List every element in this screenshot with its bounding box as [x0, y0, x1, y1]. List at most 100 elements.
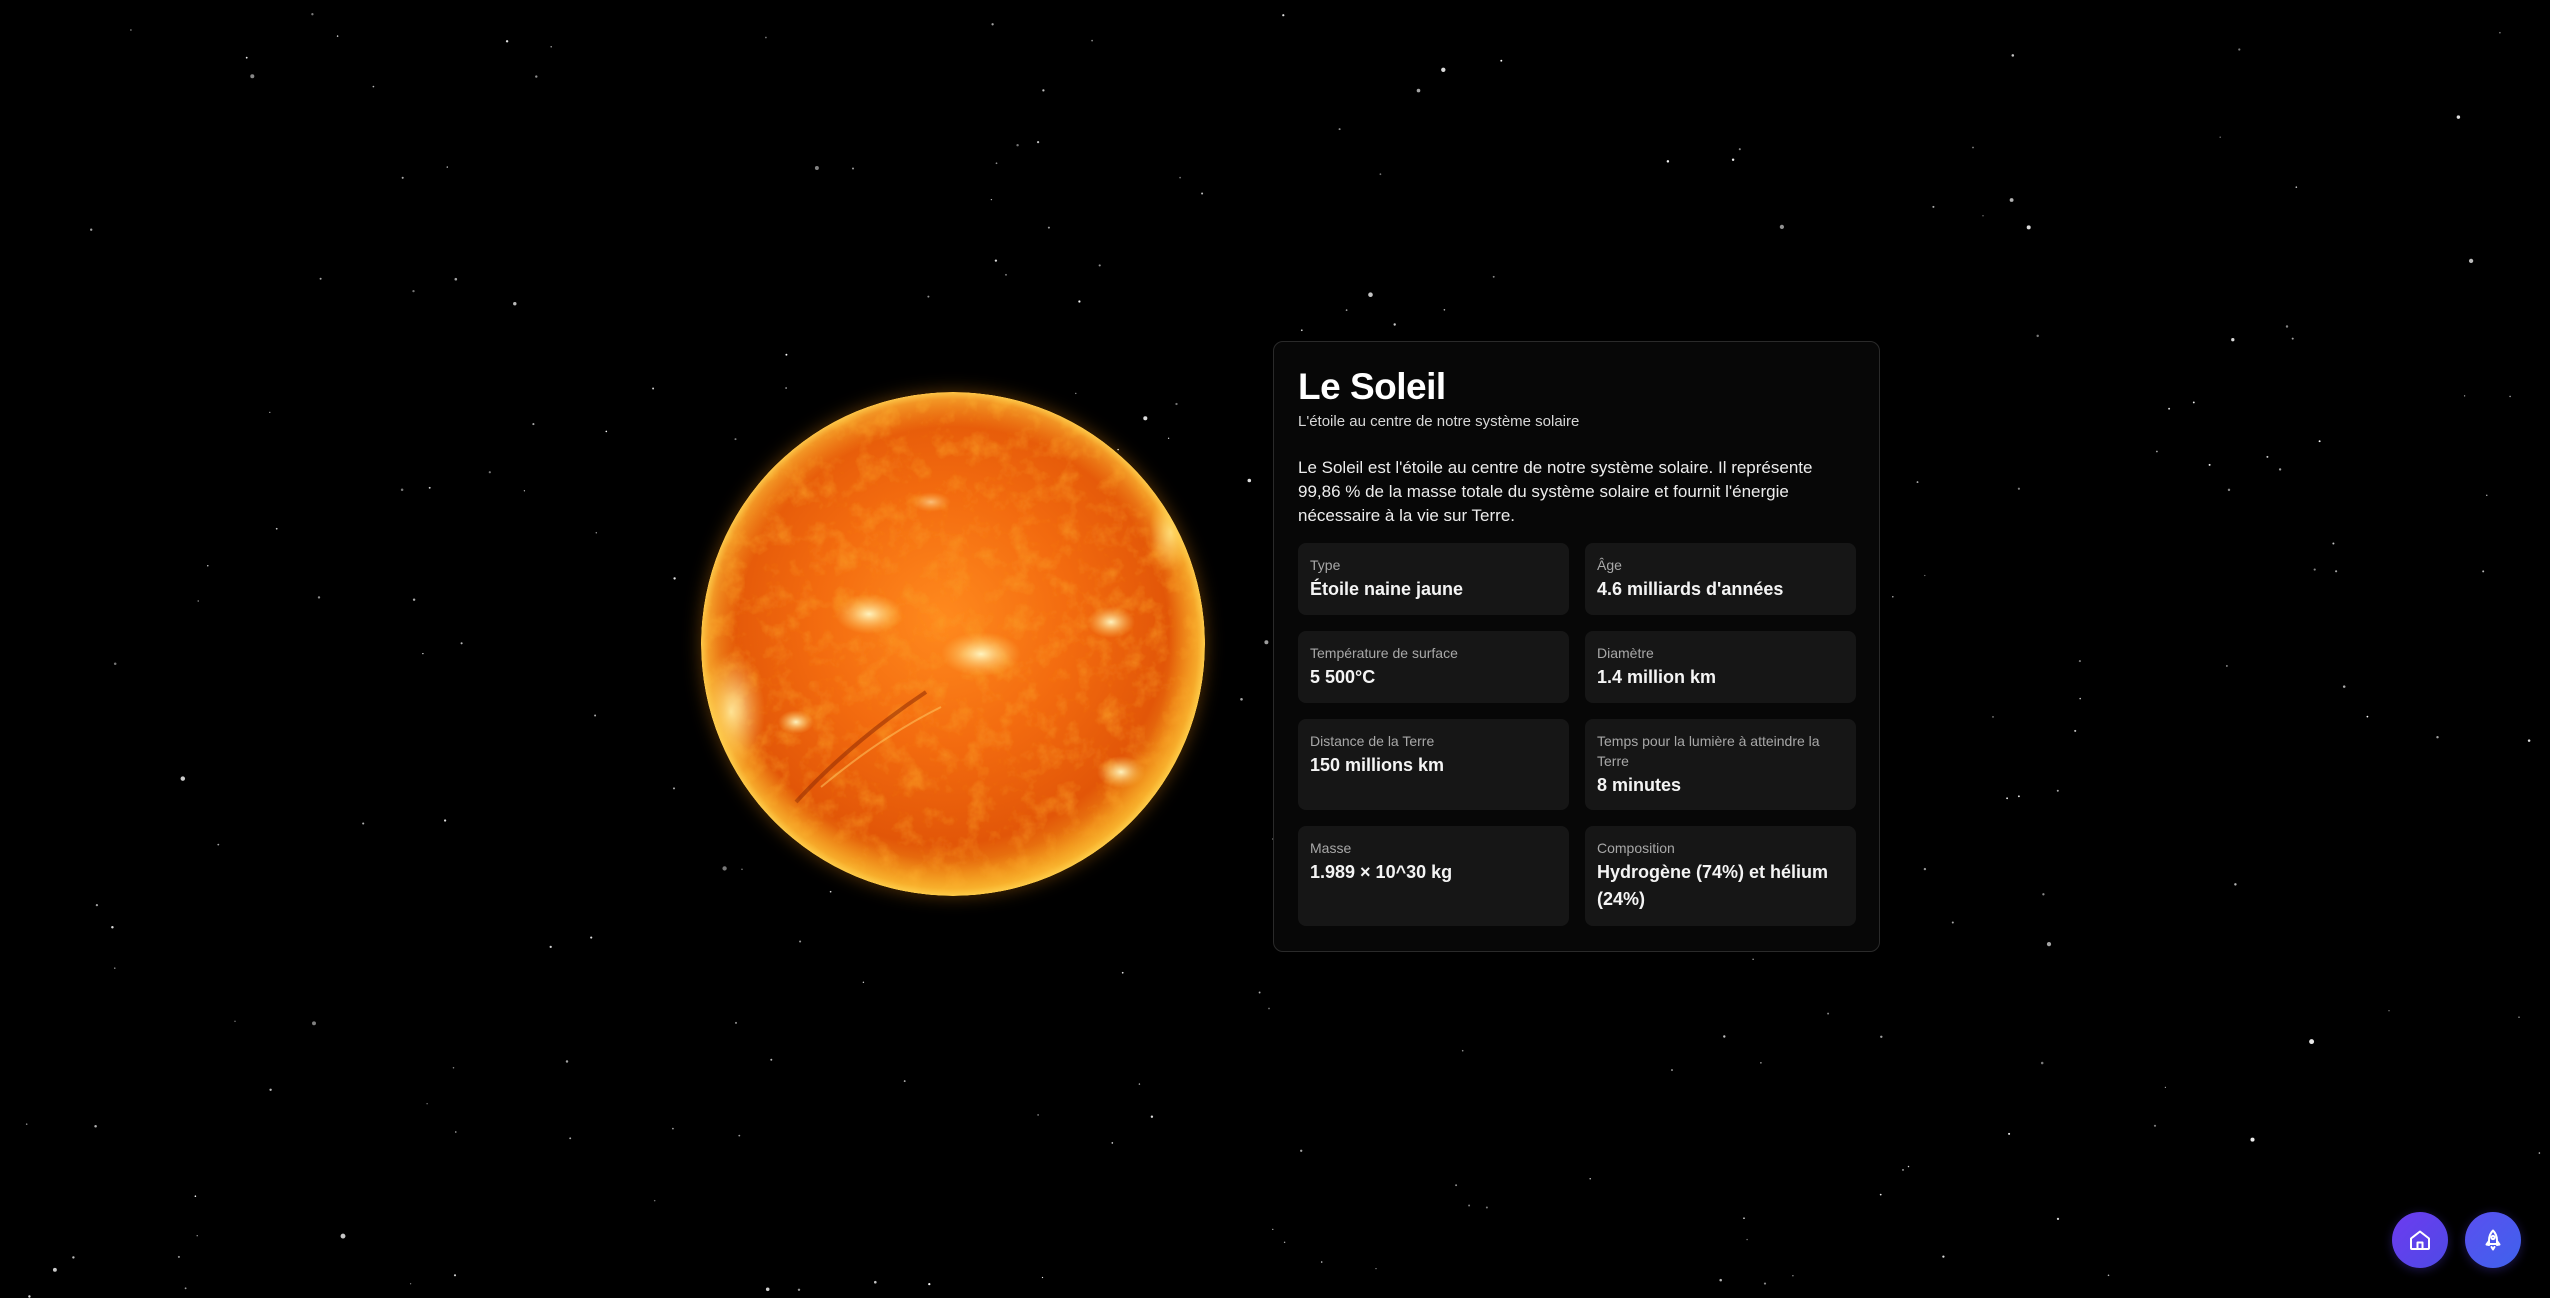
- star: [453, 1274, 457, 1277]
- star: [1117, 448, 1119, 451]
- star: [1375, 1267, 1377, 1270]
- star: [2335, 570, 2338, 573]
- star: [1268, 1007, 1270, 1010]
- star: [862, 981, 865, 984]
- star: [95, 903, 99, 907]
- star: [874, 1280, 877, 1284]
- fact-card-distance: Distance de la Terre 150 millions km: [1298, 719, 1569, 810]
- star: [409, 1283, 412, 1285]
- star: [569, 1137, 572, 1140]
- star: [523, 490, 526, 492]
- star: [400, 488, 404, 492]
- star: [565, 1060, 569, 1063]
- star: [734, 438, 737, 441]
- star: [194, 1195, 197, 1197]
- star: [1283, 1241, 1286, 1244]
- star: [317, 596, 321, 599]
- star: [2291, 337, 2294, 340]
- star: [535, 75, 538, 78]
- panel-description: Le Soleil est l'étoile au centre de notr…: [1298, 458, 1813, 525]
- star: [590, 936, 593, 939]
- star: [605, 430, 608, 433]
- star: [1282, 14, 1285, 17]
- star: [1075, 392, 1077, 395]
- star: [532, 423, 535, 426]
- star: [443, 819, 447, 822]
- fact-card-surface-temperature: Température de surface 5 500°C: [1298, 631, 1569, 703]
- star: [1041, 1276, 1044, 1279]
- star: [2017, 795, 2020, 798]
- fact-label: Température de surface: [1310, 645, 1458, 661]
- fact-label: Distance de la Terre: [1310, 733, 1435, 749]
- star: [1982, 215, 1984, 217]
- star: [1752, 958, 1754, 960]
- star: [2468, 258, 2474, 264]
- star: [595, 532, 598, 534]
- star: [1924, 574, 1926, 577]
- star: [2040, 1061, 2044, 1065]
- star: [1345, 309, 1348, 311]
- space-scene: Le Soleil L'étoile au centre de notre sy…: [0, 0, 2550, 1298]
- star: [460, 642, 463, 645]
- star: [1443, 309, 1446, 311]
- star: [1468, 1204, 1471, 1207]
- star: [340, 1233, 346, 1239]
- star: [672, 1127, 674, 1130]
- star: [513, 301, 517, 306]
- star: [2285, 325, 2289, 328]
- star: [738, 1134, 741, 1137]
- planet-info-panel: Le Soleil L'étoile au centre de notre sy…: [1273, 341, 1880, 952]
- star: [2026, 225, 2031, 230]
- star: [1589, 1178, 1591, 1180]
- star: [362, 822, 365, 825]
- home-icon: [2410, 1230, 2430, 1250]
- star: [2009, 198, 2014, 202]
- star: [2238, 48, 2241, 51]
- star: [269, 1088, 272, 1091]
- star: [1972, 146, 1974, 149]
- rocket-button[interactable]: [2465, 1212, 2521, 1268]
- star: [1455, 1184, 1458, 1187]
- star: [245, 56, 248, 59]
- star: [2168, 407, 2171, 410]
- star: [2208, 463, 2211, 466]
- star: [2456, 115, 2461, 119]
- star: [814, 166, 819, 170]
- star: [991, 23, 994, 26]
- star: [765, 36, 767, 39]
- star: [269, 411, 271, 414]
- star: [2192, 401, 2195, 404]
- star: [2017, 487, 2020, 490]
- star: [412, 598, 416, 601]
- star: [829, 890, 832, 893]
- home-button[interactable]: [2392, 1212, 2448, 1268]
- fact-label: Masse: [1310, 840, 1352, 856]
- fact-card-diameter: Diamètre 1.4 million km: [1585, 631, 1856, 703]
- star: [2074, 729, 2077, 732]
- star: [1731, 158, 1735, 161]
- star: [797, 1288, 801, 1292]
- star: [2156, 450, 2158, 453]
- star: [1723, 1035, 1726, 1038]
- fact-value: 1.989 × 10^30 kg: [1310, 862, 1453, 882]
- star: [1441, 67, 1446, 72]
- star: [1746, 1238, 1748, 1241]
- star: [995, 162, 998, 165]
- rocket-icon: [2485, 1229, 2501, 1251]
- star: [72, 1256, 75, 1259]
- star: [2107, 1274, 2110, 1277]
- star: [1272, 1228, 1274, 1230]
- star: [2527, 739, 2531, 742]
- star: [1916, 481, 1919, 484]
- fact-value: 150 millions km: [1310, 755, 1445, 775]
- star: [1036, 140, 1040, 144]
- star: [2056, 1217, 2060, 1221]
- star: [2309, 1039, 2315, 1045]
- star: [1879, 1193, 1882, 1196]
- sun-image: [701, 392, 1205, 896]
- star: [311, 13, 314, 16]
- star: [1300, 329, 1303, 332]
- star: [111, 926, 114, 929]
- fact-value: Hydrogène (74%) et hélium (24%): [1597, 862, 1829, 909]
- star: [1320, 1261, 1323, 1263]
